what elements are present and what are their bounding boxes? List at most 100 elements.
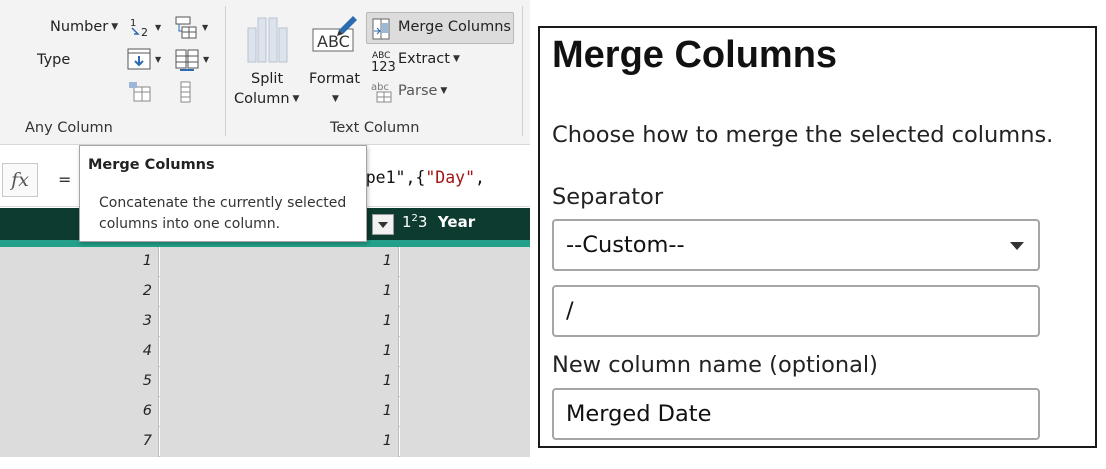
table-cell[interactable]: 1	[160, 277, 399, 307]
table-cell[interactable]: 6	[0, 397, 159, 427]
formula-text-suffix: ,	[475, 168, 485, 187]
cell-value: 1	[382, 253, 392, 269]
new-column-name-label: New column name (optional)	[552, 352, 878, 378]
chevron-down-icon: ▼	[440, 86, 448, 96]
table-cell[interactable]: 1	[160, 397, 399, 427]
merge-columns-tooltip: Merge Columns Concatenate the currently …	[79, 145, 367, 242]
table-cell[interactable]	[400, 397, 530, 427]
table-row: 71	[0, 427, 530, 457]
parse-icon: abc	[370, 80, 396, 108]
year-column-header[interactable]: 123 Year	[402, 213, 475, 231]
table-cell[interactable]	[400, 337, 530, 367]
table-cell[interactable]: 1	[0, 247, 159, 277]
dialog-description: Choose how to merge the selected columns…	[552, 122, 1054, 148]
cell-value: 1	[142, 253, 152, 269]
custom-separator-value: /	[566, 298, 574, 324]
power-query-editor: Number ▼ 1 2 ▼ ▼ Type ▼ ▼ Any Column Spl…	[0, 0, 530, 469]
custom-separator-input[interactable]: /	[552, 285, 1040, 337]
group-divider	[522, 6, 523, 136]
table-cell[interactable]: 1	[160, 247, 399, 277]
svg-text:▼: ▼	[155, 55, 162, 64]
format-button[interactable]: ABC	[311, 12, 359, 62]
table-cell[interactable]	[400, 307, 530, 337]
svg-text:abc: abc	[371, 82, 389, 93]
table-cell[interactable]: 4	[0, 337, 159, 367]
table-cell[interactable]	[400, 427, 530, 457]
dialog-title: Merge Columns	[552, 34, 838, 76]
chevron-down-icon: ▼	[292, 94, 300, 104]
split-column-icon	[244, 14, 290, 70]
table-row: 41	[0, 337, 530, 367]
parse-dropdown[interactable]: Parse ▼	[398, 83, 447, 99]
table-row: 11	[0, 247, 530, 277]
separator-dropdown[interactable]: --Custom--	[552, 219, 1040, 271]
cell-value: 7	[142, 433, 152, 449]
unpivot-button[interactable]	[128, 81, 154, 109]
new-column-name-input[interactable]: Merged Date	[552, 388, 1040, 440]
table-cell[interactable]: 3	[0, 307, 159, 337]
table-cell[interactable]: 1	[160, 307, 399, 337]
table-row: 51	[0, 367, 530, 397]
cell-value: 1	[382, 283, 392, 299]
any-column-group-label: Any Column	[25, 120, 113, 136]
number-label: Number	[50, 19, 109, 35]
chevron-down-icon: ▼	[111, 22, 119, 32]
text-column-group-label: Text Column	[330, 120, 420, 136]
convert-list-icon	[180, 81, 191, 103]
data-type-icon: 1 2 ▼	[130, 18, 162, 39]
table-cell[interactable]: 7	[0, 427, 159, 457]
year-header-label: Year	[437, 213, 476, 231]
pivot-column-icon: ▼	[175, 49, 210, 71]
svg-text:1: 1	[130, 18, 136, 29]
pivot-column-button[interactable]: ▼	[174, 48, 212, 78]
table-cell[interactable]	[400, 277, 530, 307]
column-filter-button[interactable]	[372, 214, 394, 235]
format-dropdown[interactable]: ▼	[329, 91, 339, 107]
table-cell[interactable]: 1	[160, 337, 399, 367]
table-cell[interactable]: 1	[160, 427, 399, 457]
number-type-dropdown[interactable]: Number ▼	[50, 19, 118, 35]
parse-label: Parse	[398, 83, 438, 99]
svg-text:2: 2	[141, 26, 148, 39]
cell-value: 1	[382, 433, 392, 449]
table-row: 31	[0, 307, 530, 337]
type-label: Type	[37, 52, 71, 68]
formula-equals: =	[58, 170, 72, 189]
chevron-down-icon	[1010, 242, 1024, 250]
move-icon: ▼	[127, 48, 162, 70]
fx-icon[interactable]: fx	[2, 163, 38, 197]
cell-value: 1	[382, 313, 392, 329]
whole-number-icon: 123	[402, 213, 428, 231]
extract-dropdown[interactable]: Extract ▼	[398, 51, 460, 67]
svg-text:123: 123	[371, 60, 396, 73]
dropdown-arrow-icon	[378, 222, 388, 228]
format-icon: ABC	[312, 16, 357, 52]
chevron-down-icon: ▼	[332, 94, 339, 104]
svg-text:▼: ▼	[155, 23, 162, 32]
svg-text:ABC: ABC	[317, 32, 350, 51]
separator-value: --Custom--	[566, 232, 685, 258]
fill-button[interactable]: ▼	[174, 15, 212, 45]
table-cell[interactable]	[400, 247, 530, 277]
cell-value: 1	[382, 403, 392, 419]
detect-type-button[interactable]: ▼	[127, 48, 165, 78]
group-divider	[225, 6, 226, 136]
convert-to-list-button[interactable]	[177, 80, 195, 110]
cell-value: 4	[142, 343, 152, 359]
table-cell[interactable]: 5	[0, 367, 159, 397]
cell-value: 5	[142, 373, 152, 389]
fill-icon: ▼	[175, 16, 209, 39]
table-cell[interactable]	[400, 367, 530, 397]
tooltip-title: Merge Columns	[88, 157, 215, 173]
extract-icon: ABC 123	[370, 49, 396, 77]
svg-text:▼: ▼	[202, 23, 209, 32]
split-column-label-line1: Split	[251, 71, 284, 87]
table-cell[interactable]: 2	[0, 277, 159, 307]
table-row: 61	[0, 397, 530, 427]
replace-values-button[interactable]: 1 2 ▼	[128, 16, 164, 44]
chevron-down-icon: ▼	[452, 54, 460, 64]
cell-value: 1	[382, 343, 392, 359]
table-cell[interactable]: 1	[160, 367, 399, 397]
split-column-button[interactable]: Column ▼	[234, 91, 299, 107]
separator-label: Separator	[552, 184, 664, 210]
